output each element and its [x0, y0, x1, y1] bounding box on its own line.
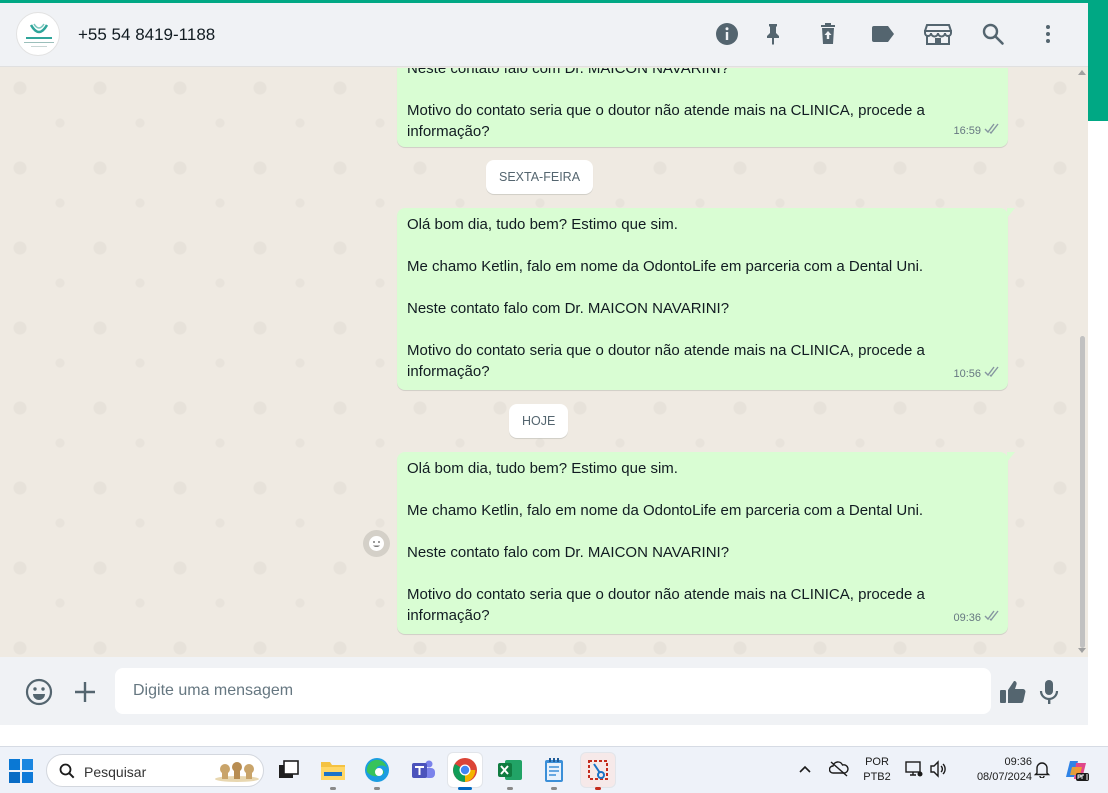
- message-line: Me chamo Ketlin, falo em nome da OdontoL…: [407, 502, 924, 519]
- running-indicator: [507, 787, 513, 790]
- window-right-edge: [1088, 0, 1108, 746]
- reaction-button[interactable]: [363, 530, 390, 557]
- message-line: Olá bom dia, tudo bem? Estimo que sim.: [407, 460, 678, 477]
- copilot-icon[interactable]: [1064, 757, 1090, 788]
- volume-icon[interactable]: [929, 760, 947, 783]
- chevron-up-icon[interactable]: [798, 762, 812, 781]
- accent-edge: [1088, 0, 1108, 121]
- message-time: 16:59: [953, 125, 981, 137]
- search-label: Pesquisar: [84, 764, 147, 780]
- message-line: Motivo do contato seria que o doutor não…: [407, 342, 925, 380]
- scrollbar-thumb[interactable]: [1080, 336, 1085, 648]
- double-check-icon: [984, 121, 1000, 142]
- windows-start-icon[interactable]: [8, 758, 34, 784]
- scrollbar[interactable]: [1076, 68, 1088, 657]
- clock-time: 09:36: [1004, 756, 1032, 768]
- chrome-icon[interactable]: [448, 753, 482, 790]
- date-separator: SEXTA-FEIRA: [486, 160, 594, 194]
- date-separator: HOJE: [509, 404, 569, 438]
- chat-header: +55 54 8419-1188: [0, 3, 1088, 67]
- message-meta: 16:59: [953, 121, 1000, 142]
- message-bubble[interactable]: Olá bom dia, tudo bem? Estimo que sim. M…: [397, 208, 1015, 390]
- double-check-icon: [984, 364, 1000, 385]
- message-line: Olá bom dia, tudo bem? Estimo que sim.: [407, 216, 678, 233]
- clock-date: 08/07/2024: [976, 771, 1032, 783]
- file-explorer-icon[interactable]: [316, 753, 350, 790]
- emoji-icon[interactable]: [24, 677, 54, 707]
- teams-icon[interactable]: [406, 753, 440, 787]
- active-indicator: [458, 787, 472, 790]
- message-line: Neste contato falo com Dr. MAICON NAVARI…: [407, 300, 730, 317]
- avatar[interactable]: [16, 12, 60, 56]
- notepad-icon[interactable]: [537, 753, 571, 790]
- whatsapp-window: +55 54 8419-1188 Neste contato falo com …: [0, 0, 1108, 746]
- message-time: 09:36: [953, 612, 981, 624]
- language-code: POR: [865, 756, 889, 768]
- thumbs-up-icon[interactable]: [998, 677, 1028, 707]
- catalog-icon[interactable]: [923, 19, 953, 49]
- keyboard-layout: PTB2: [863, 771, 891, 783]
- task-view-icon[interactable]: [272, 753, 306, 787]
- excel-icon[interactable]: [493, 753, 527, 790]
- microphone-icon[interactable]: [1034, 677, 1064, 707]
- scroll-up-arrow[interactable]: [1078, 70, 1086, 75]
- double-check-icon: [984, 608, 1000, 629]
- message-meta: 09:36: [953, 608, 1000, 629]
- message-bubble[interactable]: Olá bom dia, tudo bem? Estimo que sim. M…: [397, 452, 1015, 634]
- message-line: Neste contato falo com Dr. MAICON NAVARI…: [407, 68, 730, 77]
- running-indicator: [595, 787, 601, 790]
- contact-name[interactable]: +55 54 8419-1188: [78, 25, 215, 45]
- onedrive-offline-icon[interactable]: [828, 760, 849, 783]
- running-indicator: [330, 787, 336, 790]
- delete-icon[interactable]: [813, 19, 843, 49]
- scroll-down-arrow[interactable]: [1078, 648, 1086, 653]
- message-bubble[interactable]: Neste contato falo com Dr. MAICON NAVARI…: [397, 68, 1008, 147]
- search-highlight-icon: [213, 759, 261, 788]
- taskbar-search[interactable]: Pesquisar: [46, 754, 264, 787]
- message-line: Me chamo Ketlin, falo em nome da OdontoL…: [407, 258, 924, 275]
- message-composer: [0, 657, 1088, 725]
- running-indicator: [551, 787, 557, 790]
- plus-icon[interactable]: [70, 677, 100, 707]
- clock[interactable]: 09:36 08/07/2024: [958, 755, 1032, 785]
- window-bottom-edge: [0, 725, 1088, 746]
- search-icon[interactable]: [978, 19, 1008, 49]
- language-indicator[interactable]: POR PTB2: [861, 755, 893, 785]
- message-line: Motivo do contato seria que o doutor não…: [407, 586, 925, 624]
- bubble-tail: [1007, 452, 1015, 462]
- running-indicator: [374, 787, 380, 790]
- pin-icon[interactable]: [758, 19, 788, 49]
- snipping-tool-icon[interactable]: [581, 753, 615, 790]
- bubble-tail: [1007, 208, 1015, 218]
- message-time: 10:56: [953, 368, 981, 380]
- label-icon[interactable]: [868, 19, 898, 49]
- search-icon: [59, 763, 75, 784]
- message-line: Neste contato falo com Dr. MAICON NAVARI…: [407, 544, 730, 561]
- taskbar: Pesquisar POR PTB2 09:36 08/07/2024: [0, 746, 1108, 793]
- chat-area[interactable]: Neste contato falo com Dr. MAICON NAVARI…: [0, 68, 1088, 657]
- message-meta: 10:56: [953, 364, 1000, 385]
- info-icon[interactable]: [712, 19, 742, 49]
- message-input[interactable]: [115, 668, 991, 714]
- network-icon[interactable]: [905, 760, 923, 783]
- message-line: Motivo do contato seria que o doutor não…: [407, 102, 925, 140]
- edge-icon[interactable]: [360, 753, 394, 790]
- notification-bell-icon[interactable]: [1033, 760, 1051, 783]
- menu-icon[interactable]: [1033, 19, 1063, 49]
